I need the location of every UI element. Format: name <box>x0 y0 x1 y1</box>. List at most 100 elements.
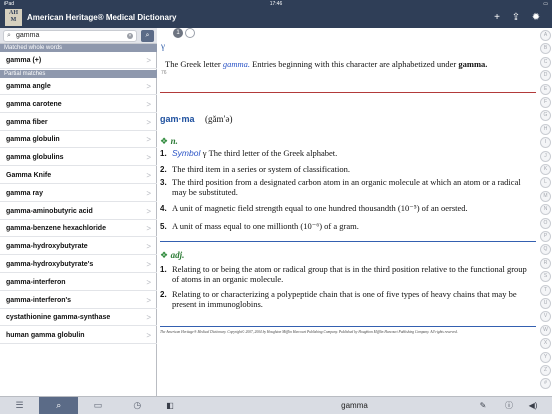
audio-speaker-icon[interactable]: ◀) <box>527 400 539 411</box>
list-item-partial-match[interactable]: gamma-interferon's > <box>0 292 157 309</box>
list-item-partial-match[interactable]: gamma globulin > <box>0 131 157 149</box>
add-icon[interactable]: + <box>491 12 503 24</box>
list-item-label: gamma-hydroxybutyrate <box>6 243 88 251</box>
alphabet-index-letter[interactable]: E <box>540 83 551 95</box>
entry-content: 1 γ 76 The Greek letter gamma. Entries b… <box>157 28 552 396</box>
list-item-label: gamma ray <box>6 189 43 197</box>
gamma-link[interactable]: gamma. <box>223 59 250 69</box>
alphabet-index-letter[interactable]: C <box>540 56 551 68</box>
list-item-label: gamma carotene <box>6 100 62 108</box>
list-item-partial-match[interactable]: gamma globulins > <box>0 149 157 167</box>
list-item-partial-match[interactable]: gamma angle > <box>0 78 157 95</box>
list-item-partial-match[interactable]: human gamma globulin > <box>0 327 157 345</box>
list-item-partial-match[interactable]: gamma-hydroxybutyrate > <box>0 238 157 256</box>
definition-text: A unit of magnetic field strength equal … <box>172 203 468 213</box>
alphabet-index-letter[interactable]: V <box>540 311 551 323</box>
alphabet-index-letter[interactable]: B <box>540 43 551 55</box>
alphabet-index-letter[interactable]: X <box>540 338 551 350</box>
chevron-right-icon: > <box>146 260 151 269</box>
alphabet-index: A B C D E F G H I J K L M N O P Q R S T U V W X Y Z # <box>540 30 551 396</box>
alphabet-index-letter[interactable]: Y <box>540 351 551 363</box>
chevron-right-icon: > <box>146 313 151 323</box>
list-item-partial-match[interactable]: Gamma Knife > <box>0 167 157 184</box>
list-item-label: gamma-aminobutyric acid <box>6 207 93 215</box>
definition-number: 2. <box>160 165 167 174</box>
greek-letter-heading: γ <box>161 41 165 51</box>
tab-list-icon[interactable]: ☰ <box>0 397 39 414</box>
clear-search-icon[interactable]: × <box>127 33 133 39</box>
chevron-right-icon: > <box>146 153 151 163</box>
adjective-definition: 1. Relating to or being the atom or radic… <box>160 264 532 284</box>
list-item-label: cystathionine gamma-synthase <box>6 314 111 322</box>
info-icon[interactable]: ⓘ <box>503 400 515 411</box>
alphabet-index-letter[interactable]: N <box>540 204 551 216</box>
pronunciation: (găm′ə) <box>205 114 233 124</box>
list-item-partial-match[interactable]: gamma-aminobutyric acid > <box>0 203 157 220</box>
definition-number: 2. <box>160 290 167 299</box>
section-header-whole: Matched whole words <box>0 44 157 52</box>
alphabet-index-letter[interactable]: P <box>540 231 551 242</box>
alphabet-index-letter[interactable]: W <box>540 324 551 336</box>
symbol-link[interactable]: Symbol <box>172 148 203 158</box>
alphabet-index-letter[interactable]: F <box>540 97 551 108</box>
search-button[interactable]: ⌕ <box>141 30 154 42</box>
alphabet-index-letter[interactable]: D <box>540 70 551 82</box>
alphabet-index-letter[interactable]: M <box>540 190 551 202</box>
alphabet-index-letter[interactable]: K <box>540 164 551 175</box>
alphabet-index-letter[interactable]: H <box>540 123 551 135</box>
app-logo: AH M <box>5 9 22 26</box>
definition-text: A unit of mass equal to one millionth (1… <box>172 221 359 231</box>
share-icon[interactable]: ⇪ <box>510 12 522 24</box>
list-item-label: gamma globulins <box>6 154 64 162</box>
list-item-label: gamma fiber <box>6 118 48 126</box>
alphabet-index-letter[interactable]: # <box>540 378 551 390</box>
entry-tab-1[interactable]: 1 <box>173 28 183 38</box>
tab-search-icon[interactable]: ⌕ <box>39 397 79 414</box>
alphabet-index-letter[interactable]: S <box>540 271 551 283</box>
chevron-right-icon: > <box>146 99 151 109</box>
definition-text: The third position from a designated car… <box>172 177 521 197</box>
list-item-label: gamma angle <box>6 83 51 90</box>
alphabet-index-letter[interactable]: O <box>540 217 551 229</box>
alphabet-index-letter[interactable]: G <box>540 110 551 122</box>
highlight-pen-icon[interactable]: ✎ <box>477 400 489 411</box>
list-item-partial-match[interactable]: gamma-hydroxybutyrate's > <box>0 256 157 273</box>
bottom-toolbar: ◧ gamma ✎ ⓘ ◀) <box>157 396 552 414</box>
tab-book-icon[interactable]: ▭ <box>79 397 118 414</box>
alphabet-index-letter[interactable]: J <box>540 150 551 162</box>
chevron-right-icon: > <box>146 331 151 341</box>
list-item-partial-match[interactable]: cystathionine gamma-synthase > <box>0 309 157 327</box>
search-input[interactable]: ⌕ gamma × <box>3 30 137 42</box>
alphabet-index-letter[interactable]: A <box>540 30 551 41</box>
alphabet-index-letter[interactable]: L <box>540 177 551 189</box>
entry-tab-2[interactable] <box>185 28 195 38</box>
search-bar: ⌕ gamma × ⌕ <box>0 28 157 44</box>
list-item-partial-match[interactable]: gamma carotene > <box>0 96 157 113</box>
chevron-right-icon: > <box>146 295 151 305</box>
noun-definition: 5. A unit of mass equal to one millionth … <box>160 221 532 232</box>
definition-number: 1. <box>160 149 167 158</box>
alphabet-index-letter[interactable]: T <box>540 284 551 296</box>
alphabet-index-letter[interactable]: R <box>540 257 551 269</box>
search-query-text[interactable]: gamma <box>16 31 39 41</box>
alphabet-index-letter[interactable]: U <box>540 298 551 309</box>
clock: 17:46 <box>269 1 283 7</box>
magnifier-icon: ⌕ <box>7 32 11 39</box>
alphabet-index-letter[interactable]: Z <box>540 365 551 376</box>
copyright-notice: The American Heritage® Medical Dictionar… <box>160 330 458 334</box>
results-sidebar: ⌕ gamma × ⌕ Matched whole words gamma (+… <box>0 28 157 396</box>
tab-history-icon[interactable]: ◷ <box>118 397 157 414</box>
app-title: American Heritage® Medical Dictionary <box>27 13 177 22</box>
definition-number: 3. <box>160 178 167 187</box>
definition-text: Relating to or being the atom or radical… <box>172 264 527 284</box>
chevron-right-icon: > <box>146 82 151 91</box>
alphabet-index-letter[interactable]: Q <box>540 244 551 256</box>
battery-icon: ▭ <box>543 1 548 7</box>
list-item-partial-match[interactable]: gamma fiber > <box>0 114 157 131</box>
alphabet-index-letter[interactable]: I <box>540 137 551 149</box>
list-item-partial-match[interactable]: gamma ray > <box>0 185 157 202</box>
list-item-partial-match[interactable]: gamma-interferon > <box>0 274 157 291</box>
list-item-whole-match[interactable]: gamma (+) > <box>0 52 157 69</box>
list-item-partial-match[interactable]: gamma-benzene hexachloride > <box>0 220 157 238</box>
settings-gear-icon[interactable]: ✹ <box>530 12 542 24</box>
